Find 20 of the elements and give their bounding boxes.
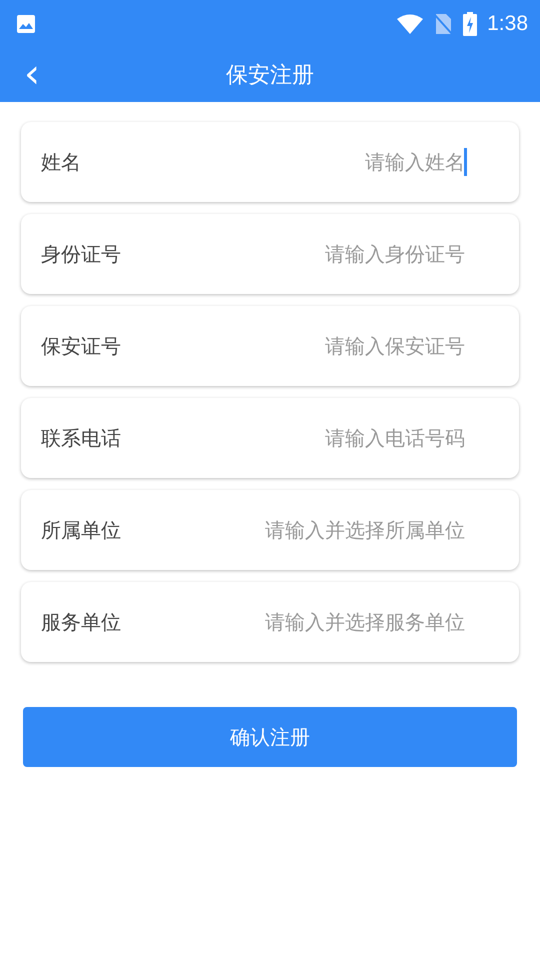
field-label: 姓名: [41, 148, 81, 176]
input-field[interactable]: 请输入电话号码: [121, 426, 465, 450]
register-button[interactable]: 确认注册: [23, 707, 517, 767]
image-icon: [16, 14, 36, 34]
field-label: 联系电话: [41, 424, 121, 452]
input-field[interactable]: 请输入保安证号: [121, 334, 465, 358]
clock-time: 1:38: [487, 12, 528, 36]
field-label: 服务单位: [41, 608, 121, 636]
input-field[interactable]: 请输入姓名: [81, 150, 465, 174]
field-label: 身份证号: [41, 240, 121, 268]
input-field[interactable]: 请输入并选择服务单位: [121, 610, 465, 634]
input-field[interactable]: 请输入并选择所属单位: [121, 518, 465, 542]
field-label: 保安证号: [41, 332, 121, 360]
back-button[interactable]: ‹: [18, 56, 46, 92]
no-sim-icon: [433, 13, 454, 35]
wifi-icon: [397, 14, 424, 34]
field-label: 所属单位: [41, 516, 121, 544]
page-title: 保安注册: [226, 62, 314, 90]
input-field[interactable]: 请输入身份证号: [121, 242, 465, 266]
battery-charging-icon: [463, 12, 478, 36]
